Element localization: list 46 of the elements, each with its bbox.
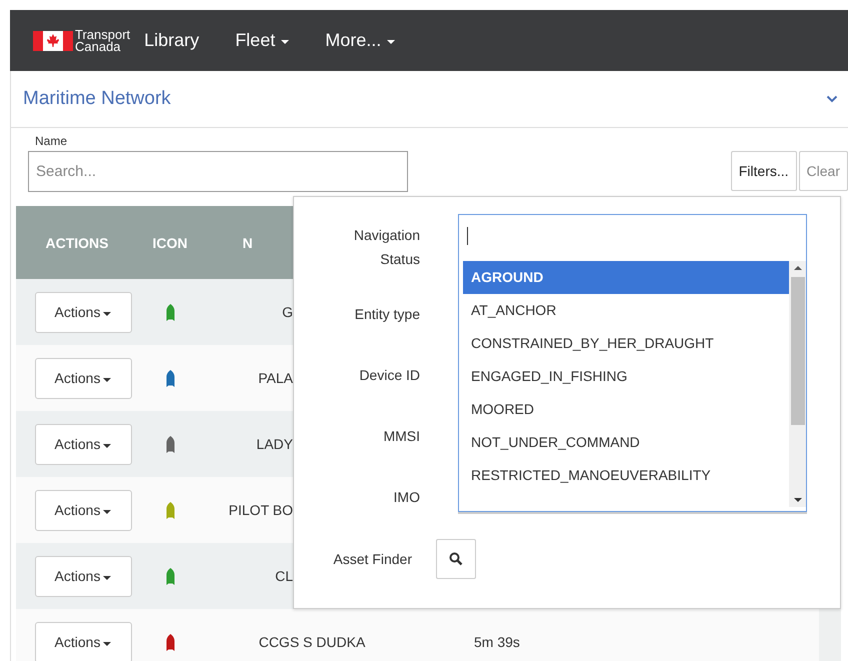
vessel-name: LADY — [256, 436, 293, 452]
actions-dropdown-button[interactable]: Actions — [34, 490, 132, 530]
filter-label: Entity type — [354, 305, 420, 324]
actions-dropdown-button[interactable]: Actions — [34, 622, 132, 661]
nav-menu-item[interactable]: More... — [325, 30, 396, 51]
dropdown-option[interactable]: AGROUND — [463, 261, 789, 294]
brand-text: Transport — [75, 28, 130, 40]
search-field[interactable]: Search... — [28, 151, 408, 192]
navigation-status-field[interactable] — [458, 214, 807, 257]
nav-menu-item[interactable]: Library — [144, 30, 200, 51]
search-icon — [449, 552, 463, 566]
dropdown-option[interactable]: CONSTRAINED_BY_HER_DRAUGHT — [463, 327, 789, 360]
panel-title: Maritime Network — [23, 88, 171, 110]
actions-dropdown-button[interactable]: Actions — [34, 556, 132, 596]
vessel-name: CCGS S DUDKA — [258, 634, 366, 650]
dropdown-option[interactable]: AT_ANCHOR — [463, 294, 789, 327]
column-header: ACTIONS — [44, 234, 110, 250]
filter-label: Asset Finder — [332, 551, 412, 567]
dropdown-option[interactable]: ENGAGED_IN_FISHING — [463, 360, 789, 393]
actions-dropdown-button[interactable]: Actions — [34, 424, 132, 464]
nav-menu-item[interactable]: Fleet — [235, 30, 290, 51]
actions-dropdown-button[interactable]: Actions — [34, 292, 132, 332]
vessel-name: G — [282, 304, 293, 320]
brand-text: Canada — [75, 40, 121, 52]
search-button[interactable] — [436, 539, 476, 579]
filter-label: IMO — [392, 488, 420, 507]
vessel-name: PILOT BO — [228, 502, 293, 518]
filter-label: MMSI — [382, 427, 420, 446]
field-label: Name — [35, 134, 68, 148]
column-header: ICON — [152, 234, 188, 250]
dropdown-option[interactable]: MOORED — [463, 393, 789, 426]
flag-logo-icon — [33, 30, 73, 50]
dropdown-option[interactable]: NOT_UNDER_COMMAND — [463, 426, 789, 459]
chevron-down-icon[interactable] — [826, 95, 838, 103]
scroll-down-icon[interactable] — [792, 497, 802, 503]
dropdown-option[interactable]: RESTRICTED_MANOEUVERABILITY — [463, 459, 789, 492]
filter-label: Navigation Status — [352, 226, 420, 269]
scrollbar[interactable] — [789, 261, 806, 507]
scroll-up-icon[interactable] — [792, 265, 802, 271]
time-cell: 5m 39s — [474, 634, 520, 650]
vessel-name: PALA — [258, 370, 293, 386]
filter-label: Device ID — [358, 366, 420, 385]
filter-button[interactable]: Filters... — [730, 151, 797, 191]
vessel-name: CL — [275, 568, 293, 584]
column-header: N — [241, 234, 254, 250]
actions-dropdown-button[interactable]: Actions — [34, 358, 132, 398]
